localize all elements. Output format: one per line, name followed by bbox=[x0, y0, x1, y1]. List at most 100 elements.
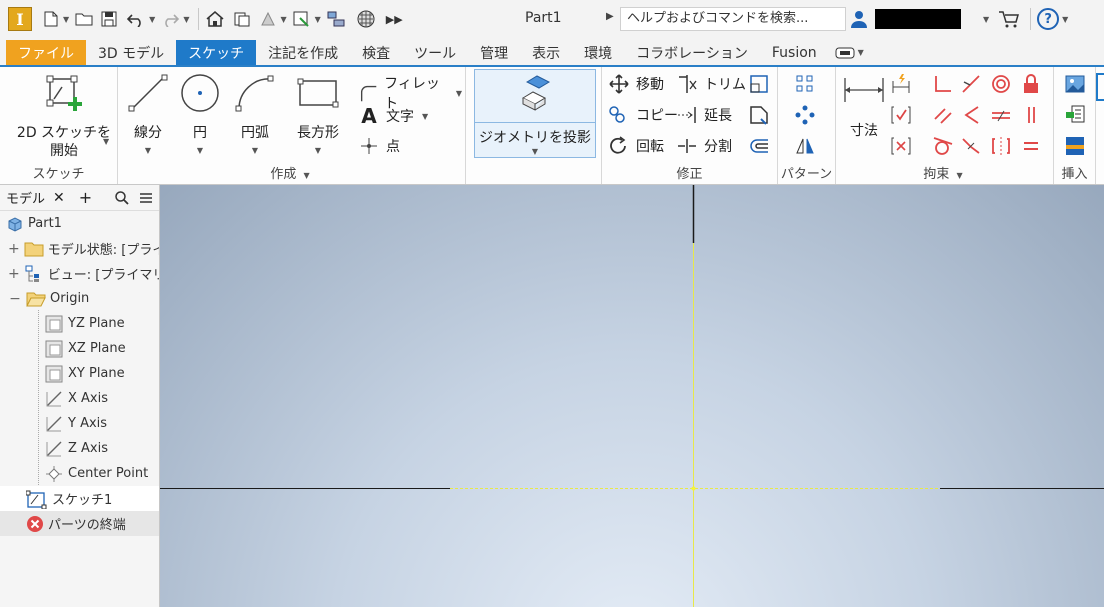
text-dropdown-icon[interactable]: ▼ bbox=[422, 112, 428, 121]
browser-tab-model[interactable]: モデル bbox=[6, 188, 45, 207]
properties-icon[interactable] bbox=[233, 5, 251, 33]
redo-dropdown-icon[interactable]: ▼ bbox=[183, 15, 189, 24]
rectangle-button[interactable]: 長方形 ▼ bbox=[290, 71, 346, 160]
tab-view[interactable]: 表示 bbox=[520, 40, 572, 65]
tree-row[interactable]: Part1 bbox=[0, 211, 159, 236]
ribbon-display-toggle[interactable]: ▼ bbox=[829, 40, 873, 65]
panel-title-create[interactable]: 作成 ▼ bbox=[118, 163, 465, 182]
tree-row[interactable]: スケッチ1 bbox=[0, 486, 159, 511]
measure-dropdown-icon[interactable]: ▼ bbox=[315, 15, 321, 24]
account-dropdown-icon[interactable]: ▼ bbox=[983, 15, 989, 24]
circle-dropdown-icon[interactable]: ▼ bbox=[179, 142, 221, 160]
split-button[interactable]: 分割 bbox=[676, 135, 732, 157]
concentric-constraint-button[interactable] bbox=[990, 73, 1012, 95]
tab-manage[interactable]: 管理 bbox=[468, 40, 520, 65]
appearance-ball-icon[interactable] bbox=[356, 5, 376, 33]
line-button[interactable]: 線分 ▼ bbox=[126, 71, 170, 160]
symmetric-constraint-button[interactable] bbox=[990, 135, 1012, 157]
line-dropdown-icon[interactable]: ▼ bbox=[129, 142, 167, 160]
help-dropdown-icon[interactable]: ▼ bbox=[1062, 15, 1068, 24]
mirror-button[interactable] bbox=[794, 135, 816, 157]
rotate-button[interactable]: 回転 bbox=[608, 135, 664, 157]
offset-button[interactable] bbox=[748, 135, 770, 157]
help-icon[interactable]: ? bbox=[1037, 8, 1060, 30]
new-file-icon[interactable] bbox=[42, 5, 60, 33]
parallel-constraint-button[interactable] bbox=[932, 104, 954, 126]
tangent-constraint-button[interactable] bbox=[932, 135, 954, 157]
horizontal-constraint-button[interactable] bbox=[990, 104, 1012, 126]
insert-points-button[interactable] bbox=[1064, 104, 1086, 126]
tree-row[interactable]: Z Axis bbox=[0, 436, 159, 461]
ribbon-toggle-dropdown-icon[interactable]: ▼ bbox=[858, 48, 864, 57]
tree-row[interactable]: + ビュー: [プライマリ] bbox=[0, 261, 159, 286]
tree-row[interactable]: Center Point bbox=[0, 461, 159, 486]
copy-button[interactable]: コピー bbox=[608, 104, 678, 126]
tab-collaborate[interactable]: コラボレーション bbox=[624, 40, 760, 65]
point-button[interactable]: 点 bbox=[358, 135, 400, 157]
circle-button[interactable]: 円 ▼ bbox=[176, 71, 224, 160]
redo-icon[interactable] bbox=[160, 5, 180, 33]
insert-acad-button[interactable] bbox=[1064, 135, 1086, 157]
tab-inspect[interactable]: 検査 bbox=[350, 40, 402, 65]
relax-mode-button[interactable] bbox=[890, 135, 912, 157]
smooth-constraint-button[interactable] bbox=[960, 135, 982, 157]
undo-icon[interactable] bbox=[126, 5, 146, 33]
material-dropdown-icon[interactable]: ▼ bbox=[280, 15, 286, 24]
arc-dropdown-icon[interactable]: ▼ bbox=[233, 142, 277, 160]
tree-row[interactable]: X Axis bbox=[0, 386, 159, 411]
arc-button[interactable]: 円弧 ▼ bbox=[230, 71, 280, 160]
coincident-constraint-button[interactable] bbox=[932, 73, 954, 95]
sketch-origin-point[interactable] bbox=[691, 486, 696, 491]
rectangle-dropdown-icon[interactable]: ▼ bbox=[293, 142, 343, 160]
expander-icon[interactable]: + bbox=[8, 266, 20, 282]
move-button[interactable]: 移動 bbox=[608, 73, 664, 95]
tab-sketch[interactable]: スケッチ bbox=[176, 40, 257, 65]
tree-row[interactable]: Y Axis bbox=[0, 411, 159, 436]
vertical-constraint-button[interactable] bbox=[1020, 104, 1042, 126]
tab-annotate[interactable]: 注記を作成 bbox=[256, 40, 350, 65]
expander-icon[interactable]: − bbox=[8, 291, 22, 307]
rectangular-pattern-button[interactable] bbox=[794, 73, 816, 95]
insert-image-button[interactable] bbox=[1064, 73, 1086, 95]
stretch-button[interactable] bbox=[748, 104, 770, 126]
cart-icon[interactable] bbox=[998, 9, 1020, 29]
close-icon[interactable]: ✕ bbox=[53, 190, 65, 206]
tab-environments[interactable]: 環境 bbox=[572, 40, 624, 65]
equal-constraint-button[interactable] bbox=[1020, 135, 1042, 157]
material-icon[interactable] bbox=[259, 5, 277, 33]
search-expand-icon[interactable]: ▶ bbox=[606, 11, 614, 22]
project-geometry-button[interactable]: ジオメトリを投影 ▼ bbox=[474, 69, 596, 158]
trim-button[interactable]: トリム bbox=[676, 73, 746, 95]
extend-button[interactable]: 延長 bbox=[676, 104, 732, 126]
tree-row[interactable]: XZ Plane bbox=[0, 336, 159, 361]
tab-fusion[interactable]: Fusion bbox=[760, 40, 829, 65]
constrain-panel-dropdown-icon[interactable]: ▼ bbox=[957, 171, 963, 180]
panel-title-constrain[interactable]: 拘束 ▼ bbox=[836, 163, 1053, 182]
save-icon[interactable] bbox=[100, 5, 118, 33]
tree-row[interactable]: パーツの終端 bbox=[0, 511, 159, 536]
tree-row[interactable]: + モデル状態: [プライ bbox=[0, 236, 159, 261]
project-geometry-dropdown-icon[interactable]: ▼ bbox=[478, 147, 592, 156]
undo-dropdown-icon[interactable]: ▼ bbox=[149, 15, 155, 24]
search-input[interactable]: ヘルプおよびコマンドを検索... bbox=[620, 7, 846, 31]
collinear-constraint-button[interactable] bbox=[960, 73, 982, 95]
dimension-button[interactable]: 寸法 bbox=[840, 75, 888, 140]
menu-icon[interactable] bbox=[138, 191, 154, 205]
expander-icon[interactable]: + bbox=[8, 241, 20, 257]
scale-button[interactable] bbox=[748, 73, 770, 95]
tab-tools[interactable]: ツール bbox=[402, 40, 468, 65]
fix-constraint-button[interactable] bbox=[1020, 73, 1042, 95]
home-icon[interactable] bbox=[205, 5, 225, 33]
user-icon[interactable] bbox=[849, 9, 869, 29]
tab-3d-model[interactable]: 3D モデル bbox=[86, 40, 176, 65]
fillet-dropdown-icon[interactable]: ▼ bbox=[456, 89, 462, 98]
parameters-icon[interactable] bbox=[326, 5, 346, 33]
search-icon[interactable] bbox=[114, 190, 130, 206]
tree-row[interactable]: − Origin bbox=[0, 286, 159, 311]
auto-dimension-button[interactable] bbox=[890, 73, 912, 95]
measure-icon[interactable] bbox=[292, 5, 312, 33]
tree-row[interactable]: YZ Plane bbox=[0, 311, 159, 336]
show-constraints-button[interactable] bbox=[890, 104, 912, 126]
graphics-window[interactable] bbox=[160, 185, 1104, 607]
new-file-dropdown-icon[interactable]: ▼ bbox=[63, 15, 69, 24]
